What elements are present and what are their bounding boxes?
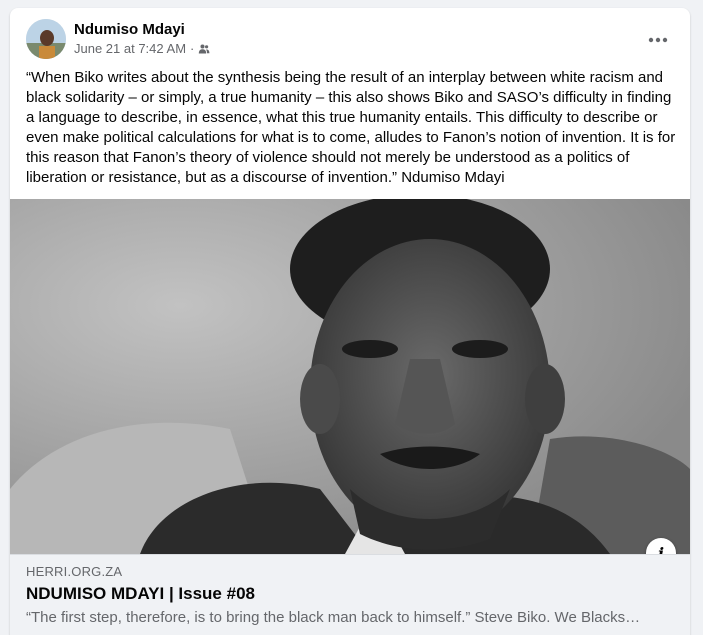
meta-separator: · xyxy=(190,41,195,56)
post-date[interactable]: June 21 at 7:42 AM xyxy=(74,41,186,56)
link-description: “The first step, therefore, is to bring … xyxy=(26,609,641,626)
post-text: “When Biko writes about the synthesis be… xyxy=(26,69,676,186)
author-avatar[interactable] xyxy=(26,19,66,59)
link-preview[interactable]: HERRI.ORG.ZA NDUMISO MDAYI | Issue #08 “… xyxy=(10,554,690,635)
portrait-photo xyxy=(10,199,690,554)
more-options-button[interactable] xyxy=(640,22,676,58)
info-icon: i xyxy=(657,543,665,555)
link-domain: HERRI.ORG.ZA xyxy=(26,564,123,579)
author-name[interactable]: Ndumiso Mdayi xyxy=(74,21,185,38)
post-header: Ndumiso Mdayi June 21 at 7:42 AM · xyxy=(10,8,690,68)
more-horizontal-icon xyxy=(648,37,668,43)
link-title[interactable]: NDUMISO MDAYI | Issue #08 xyxy=(26,584,255,604)
post-meta: June 21 at 7:42 AM · xyxy=(74,41,210,56)
link-preview-image[interactable]: i xyxy=(10,199,690,554)
avatar-image xyxy=(26,19,66,59)
post-card: Ndumiso Mdayi June 21 at 7:42 AM · “When… xyxy=(10,8,690,635)
friends-icon[interactable] xyxy=(198,43,210,55)
